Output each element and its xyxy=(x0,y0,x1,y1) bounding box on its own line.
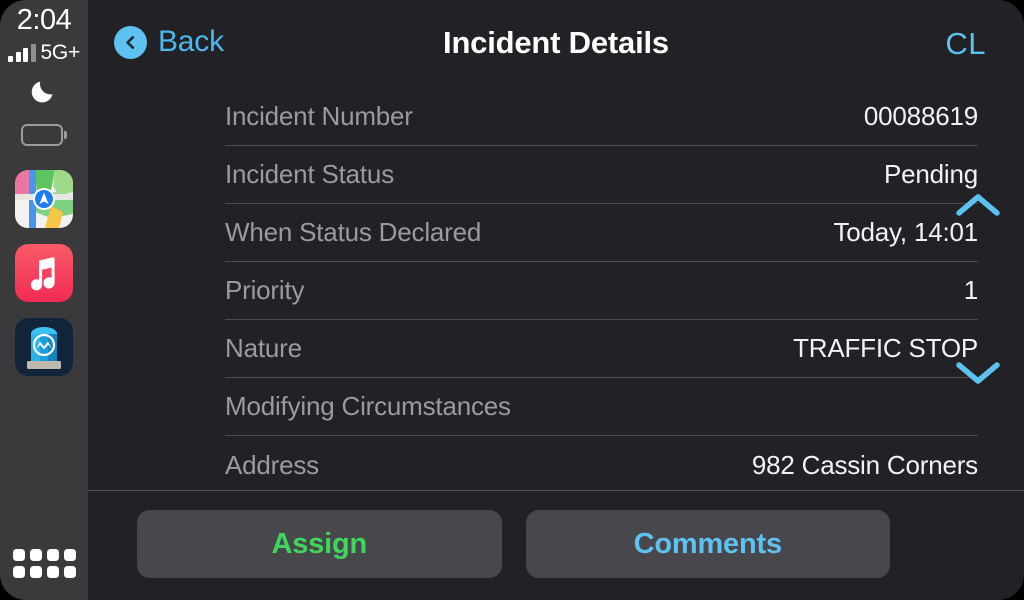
carplay-screen: 2:04 5G+ Back Incident Details CL Incide… xyxy=(0,0,1024,600)
incident-detail-list: Incident Number 00088619 Incident Status… xyxy=(225,88,978,494)
table-row[interactable]: Incident Status Pending xyxy=(225,146,978,204)
battery-icon xyxy=(20,124,68,146)
row-value: 00088619 xyxy=(863,101,978,131)
row-label: Priority xyxy=(225,275,305,305)
row-label: Incident Status xyxy=(225,159,394,189)
row-label: Modifying Circumstances xyxy=(225,391,511,421)
table-row[interactable]: When Status Declared Today, 14:01 xyxy=(225,204,978,262)
row-value: 1 xyxy=(963,275,978,305)
app-grid-icon[interactable] xyxy=(12,549,76,578)
network-type-label: 5G+ xyxy=(40,41,81,64)
chevron-down-icon[interactable] xyxy=(950,353,1006,393)
row-label: Nature xyxy=(225,333,302,363)
table-row[interactable]: Address 982 Cassin Corners xyxy=(225,436,978,494)
comments-button[interactable]: Comments xyxy=(525,510,890,578)
action-bar: Assign Comments xyxy=(137,510,890,578)
page-title: Incident Details xyxy=(443,25,669,60)
row-label: Address xyxy=(225,449,319,480)
status-clock: 2:04 xyxy=(16,4,72,36)
table-row[interactable]: Priority 1 xyxy=(225,262,978,320)
table-row[interactable]: Nature TRAFFIC STOP xyxy=(225,320,978,378)
signal-strength-icon xyxy=(8,44,36,62)
assign-button[interactable]: Assign xyxy=(137,510,502,578)
table-row[interactable]: Incident Number 00088619 xyxy=(225,88,978,146)
app-icon-siren[interactable] xyxy=(15,318,73,376)
app-icon-music[interactable] xyxy=(15,244,73,302)
row-value: 982 Cassin Corners xyxy=(751,449,978,480)
cellular-status: 5G+ xyxy=(8,41,81,64)
app-icon-maps[interactable] xyxy=(15,170,73,228)
navigation-bar: Back Incident Details CL xyxy=(88,0,1024,88)
crescent-moon-icon xyxy=(29,75,59,110)
footer-divider xyxy=(88,490,1024,491)
table-row[interactable]: Modifying Circumstances xyxy=(225,378,978,436)
cl-button[interactable]: CL xyxy=(945,26,986,62)
sidebar: 2:04 5G+ xyxy=(0,0,88,600)
row-label: When Status Declared xyxy=(225,217,482,247)
sidebar-app-list xyxy=(15,170,73,376)
row-label: Incident Number xyxy=(225,101,413,131)
chevron-up-icon[interactable] xyxy=(950,185,1006,225)
